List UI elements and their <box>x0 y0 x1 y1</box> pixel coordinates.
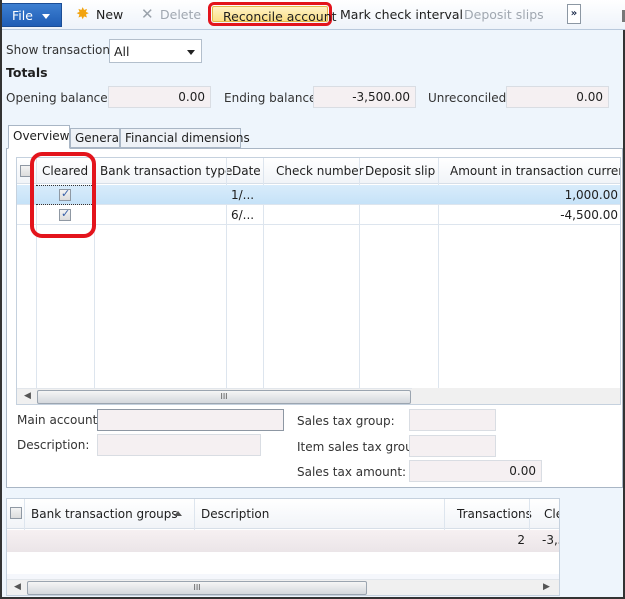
col-cleared[interactable]: Cleared <box>42 164 88 178</box>
select-all-checkbox[interactable] <box>10 507 22 519</box>
file-label: File <box>12 8 33 23</box>
date-cell: 6/... <box>231 208 255 222</box>
cleared-checkbox[interactable] <box>59 207 71 221</box>
delete-icon: ✕ <box>141 5 154 23</box>
col-check-number[interactable]: Check number <box>276 164 364 178</box>
date-cell: 1/... <box>231 188 255 202</box>
col-deposit-slip[interactable]: Deposit slip <box>365 164 435 178</box>
new-button[interactable]: New <box>96 7 123 22</box>
sales-tax-group-label: Sales tax group: <box>297 414 395 428</box>
table-row[interactable]: 2 -3,5( <box>7 530 559 552</box>
table-row[interactable] <box>7 552 559 574</box>
col-date[interactable]: Date <box>232 164 261 178</box>
col-bank-transaction-type[interactable]: Bank transaction type <box>100 164 232 178</box>
ending-balance-label: Ending balance: <box>224 91 321 105</box>
deposit-slips-button[interactable]: Deposit slips <box>464 7 544 22</box>
grid-header: Cleared Bank transaction type Date Check… <box>17 158 620 184</box>
show-transactions-label: Show transactions: <box>6 43 121 57</box>
col-description[interactable]: Description <box>201 507 269 521</box>
scroll-right-icon[interactable]: ▶ <box>543 582 550 592</box>
tab-general[interactable]: General <box>70 128 122 148</box>
transactions-cell: 2 <box>517 533 525 547</box>
table-row[interactable]: 1/... 1,000.00 <box>17 185 620 205</box>
chevron-down-icon <box>42 14 50 19</box>
scrollbar-thumb[interactable]: III <box>27 581 367 595</box>
col-amount[interactable]: Amount in transaction currency <box>450 164 620 178</box>
horizontal-scrollbar[interactable]: ◀ III <box>17 388 412 404</box>
new-icon: ✸ <box>76 4 90 23</box>
ending-balance-field: -3,500.00 <box>313 86 416 108</box>
opening-balance-field: 0.00 <box>108 86 211 108</box>
show-transactions-value: All <box>114 44 130 59</box>
tab-financial-dimensions[interactable]: Financial dimensions <box>120 128 250 148</box>
col-cleared[interactable]: Cle <box>544 507 559 521</box>
scrollbar-thumb[interactable]: III <box>37 390 411 404</box>
description-label: Description: <box>17 438 90 452</box>
unreconciled-field: 0.00 <box>506 86 609 108</box>
more-actions-button[interactable]: » <box>567 4 581 24</box>
reconcile-account-button[interactable]: Reconcile account <box>212 6 337 24</box>
col-transactions[interactable]: Transactions <box>457 507 532 521</box>
file-menu-button[interactable]: File <box>2 3 62 27</box>
amount-cell: 1,000.00 <box>564 188 618 202</box>
bank-transaction-groups-grid: Bank transaction groups Description Tran… <box>6 498 560 596</box>
scroll-left-icon[interactable]: ◀ <box>24 391 31 401</box>
main-account-input[interactable] <box>97 409 284 431</box>
item-sales-tax-group-input[interactable] <box>409 435 496 457</box>
tab-overview[interactable]: Overview <box>8 125 70 149</box>
delete-button[interactable]: Delete <box>160 7 201 22</box>
grid-header: Bank transaction groups Description Tran… <box>7 499 559 529</box>
reconcile-highlight: Reconcile account <box>208 2 337 26</box>
sales-tax-amount-label: Sales tax amount: <box>297 465 407 479</box>
show-transactions-select[interactable]: All <box>109 39 202 63</box>
horizontal-scrollbar[interactable]: ◀ III ▶ <box>7 579 559 595</box>
mark-check-interval-button[interactable]: Mark check interval <box>340 7 463 22</box>
opening-balance-label: Opening balance: <box>6 91 112 105</box>
scrollbar-track <box>412 388 620 404</box>
transactions-grid: Cleared Bank transaction type Date Check… <box>16 157 621 405</box>
unreconciled-label: Unreconciled: <box>428 91 511 105</box>
item-sales-tax-group-label: Item sales tax group: <box>297 440 425 454</box>
main-account-label: Main account: <box>17 413 102 427</box>
cleared-checkbox[interactable] <box>59 187 71 201</box>
totals-heading: Totals <box>6 65 48 80</box>
amount-cell: -4,500.00 <box>560 208 618 222</box>
sales-tax-amount-field: 0.00 <box>409 460 542 482</box>
col-bank-transaction-groups[interactable]: Bank transaction groups <box>31 507 178 521</box>
sales-tax-group-input[interactable] <box>409 409 496 431</box>
sort-ascending-icon <box>174 511 182 516</box>
cleared-cell: -3,5( <box>542 533 559 547</box>
scroll-left-icon[interactable]: ◀ <box>14 582 21 592</box>
action-pane: File ✸ New ✕ Delete Reconcile account Ma… <box>2 0 625 30</box>
select-all-checkbox[interactable] <box>20 165 32 177</box>
description-input[interactable] <box>97 434 261 456</box>
table-row[interactable]: 6/... -4,500.00 <box>17 205 620 225</box>
dropdown-arrow-icon <box>187 50 195 55</box>
col-divider <box>620 158 621 390</box>
